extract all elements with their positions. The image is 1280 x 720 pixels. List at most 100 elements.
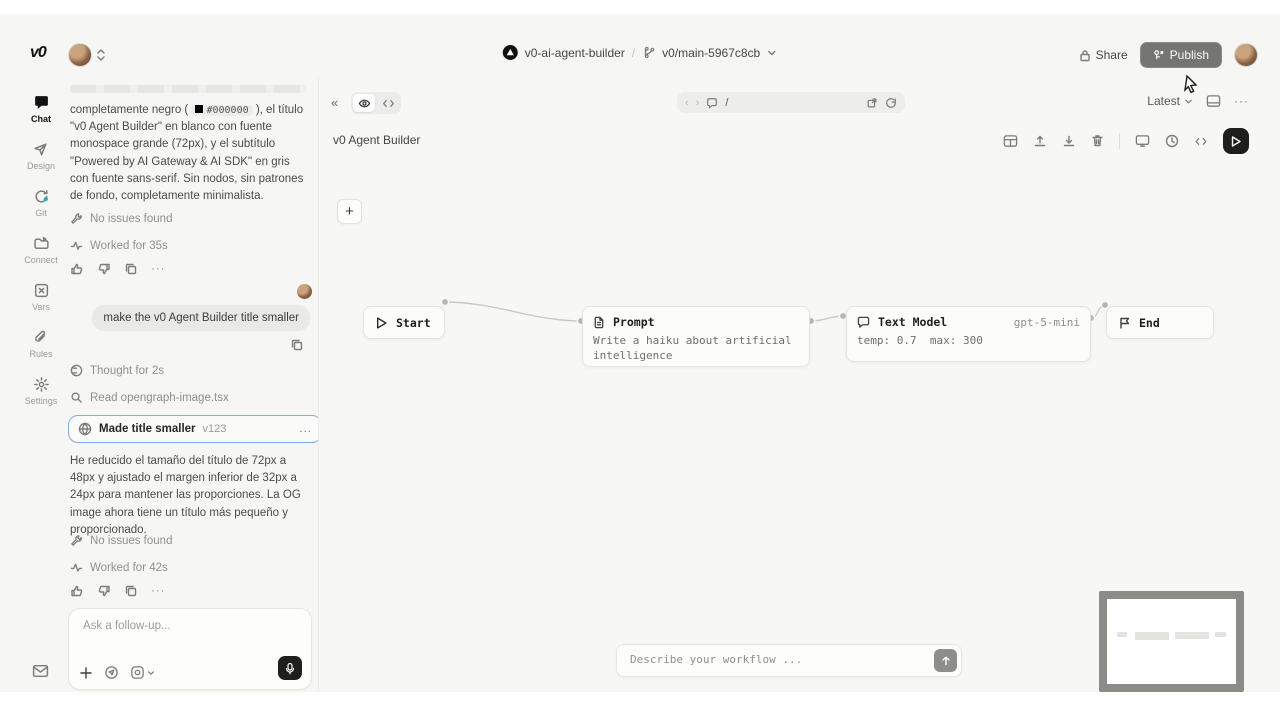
document-icon (593, 316, 605, 329)
thumbs-down-icon[interactable] (97, 262, 111, 276)
thumbs-down-icon[interactable] (97, 584, 111, 598)
mic-button[interactable] (278, 656, 302, 680)
vars-icon (33, 282, 50, 299)
copy-icon[interactable] (124, 584, 138, 598)
monitor-icon[interactable] (1135, 134, 1150, 148)
minimap[interactable] (1099, 591, 1244, 692)
git-sync-icon (33, 188, 50, 205)
sidebar-item-chat[interactable]: Chat (31, 94, 51, 124)
branch-name[interactable]: v0/main-5967c8cb (662, 46, 760, 60)
play-icon (376, 317, 387, 329)
refresh-icon[interactable] (885, 97, 897, 109)
nav-forward-icon[interactable]: › (696, 97, 700, 109)
v0-logo[interactable]: v0 (30, 44, 46, 62)
sidebar-item-label: Chat (31, 114, 51, 124)
mention-icon (130, 665, 145, 680)
publish-button[interactable]: Publish (1140, 42, 1222, 68)
thumbs-up-icon[interactable] (70, 262, 84, 276)
url-path[interactable]: / (725, 97, 859, 109)
sidebar-item-connect[interactable]: Connect (24, 235, 58, 265)
sidebar-item-settings[interactable]: Settings (25, 376, 58, 406)
chevron-down-icon (147, 669, 155, 677)
version-menu-icon[interactable]: ... (299, 423, 312, 435)
sidebar-item-rules[interactable]: Rules (29, 329, 52, 359)
user-avatar[interactable] (1234, 43, 1258, 67)
assistant-message-1: completamente negro ( #000000 ), el títu… (70, 102, 310, 205)
feedback-mail-icon[interactable] (32, 664, 49, 678)
message-text: completamente negro ( (70, 104, 188, 116)
chevron-down-icon[interactable] (767, 48, 777, 58)
canvas-header: « ‹ › / Latest (319, 92, 1263, 116)
user-message-bubble: make the v0 Agent Builder title smaller (92, 305, 310, 331)
url-bar[interactable]: ‹ › / (677, 92, 905, 113)
comment-icon[interactable] (706, 97, 718, 109)
workflow-input[interactable] (628, 652, 912, 667)
model-badge: gpt-5-mini (1014, 316, 1080, 329)
sidebar-item-label: Rules (29, 349, 52, 359)
chat-panel: completamente negro ( #000000 ), el títu… (68, 78, 314, 692)
follow-up-input[interactable] (81, 619, 295, 633)
nav-back-icon[interactable]: ‹ (685, 97, 689, 109)
workspace-switcher-icon[interactable] (96, 48, 106, 62)
sidebar-item-label: Design (27, 161, 55, 171)
chat-icon (33, 94, 50, 111)
open-external-icon[interactable] (866, 97, 878, 109)
attach-plus-icon[interactable] (79, 666, 93, 680)
node-title: Start (396, 316, 431, 330)
sidebar-item-label: Vars (32, 302, 50, 312)
thought-row[interactable]: Thought for 2s (70, 364, 164, 377)
copy-icon[interactable] (124, 262, 138, 276)
code-icon (382, 97, 395, 110)
more-actions-icon[interactable]: ··· (151, 585, 166, 597)
worked-row-1: Worked for 35s (70, 239, 168, 252)
feedback-row-1: ··· (70, 262, 166, 276)
node-text-model[interactable]: Text Model gpt-5-mini temp: 0.7 max: 300 (846, 306, 1091, 362)
wrench-icon (70, 212, 83, 225)
mention-source-picker[interactable] (130, 665, 155, 680)
panel-layout-icon[interactable] (1206, 94, 1221, 108)
color-code-chip: #000000 (191, 105, 252, 116)
git-branch-icon (642, 46, 655, 59)
layout-grid-icon[interactable] (1003, 134, 1018, 148)
feedback-row-2: ··· (70, 584, 166, 598)
download-icon[interactable] (1062, 134, 1076, 148)
version-number: v123 (203, 423, 227, 435)
reasoning-icon (70, 364, 83, 377)
upload-icon[interactable] (1033, 134, 1047, 148)
no-issues-row-1: No issues found (70, 212, 172, 225)
copy-user-message-icon[interactable] (290, 338, 304, 352)
version-dropdown[interactable]: Latest (1147, 94, 1193, 108)
node-start[interactable]: Start (363, 306, 445, 339)
message-text: ), el título "v0 Agent Builder" en blanc… (70, 104, 303, 202)
collapse-panel-icon[interactable]: « (331, 95, 338, 110)
project-name[interactable]: v0-ai-agent-builder (525, 46, 625, 60)
run-workflow-button[interactable] (1223, 128, 1249, 154)
history-clock-icon[interactable] (1165, 134, 1179, 148)
sidebar-item-git[interactable]: Git (33, 188, 50, 218)
top-header: v0 v0-ai-agent-builder / v0/main-5967c8c… (0, 42, 1280, 72)
node-body: temp: 0.7 max: 300 (847, 333, 1090, 357)
read-file-row[interactable]: Read opengraph-image.tsx (70, 391, 229, 404)
node-prompt[interactable]: Prompt Write a haiku about artificial in… (582, 306, 810, 367)
share-button[interactable]: Share (1079, 48, 1128, 62)
workspace-avatar[interactable] (68, 43, 92, 67)
sidebar-item-vars[interactable]: Vars (32, 282, 50, 312)
sidebar-item-label: Connect (24, 255, 58, 265)
version-card[interactable]: Made title smaller v123 ... (68, 415, 322, 443)
code-view-toggle[interactable] (377, 94, 399, 112)
design-mode-icon[interactable] (104, 665, 119, 680)
black-swatch (195, 105, 203, 113)
add-node-button[interactable]: + (337, 199, 362, 224)
workflow-submit-button[interactable] (934, 649, 957, 672)
trash-icon[interactable] (1091, 134, 1104, 148)
code-icon[interactable] (1194, 135, 1208, 148)
wrench-icon (70, 534, 83, 547)
canvas-more-icon[interactable]: ··· (1234, 94, 1249, 108)
more-actions-icon[interactable]: ··· (151, 263, 166, 275)
project-icon (503, 45, 518, 60)
thumbs-up-icon[interactable] (70, 584, 84, 598)
sidebar-item-design[interactable]: Design (27, 141, 55, 171)
node-end[interactable]: End (1106, 306, 1214, 339)
app-window: v0 v0-ai-agent-builder / v0/main-5967c8c… (0, 14, 1280, 692)
preview-eye-toggle[interactable] (353, 94, 375, 112)
